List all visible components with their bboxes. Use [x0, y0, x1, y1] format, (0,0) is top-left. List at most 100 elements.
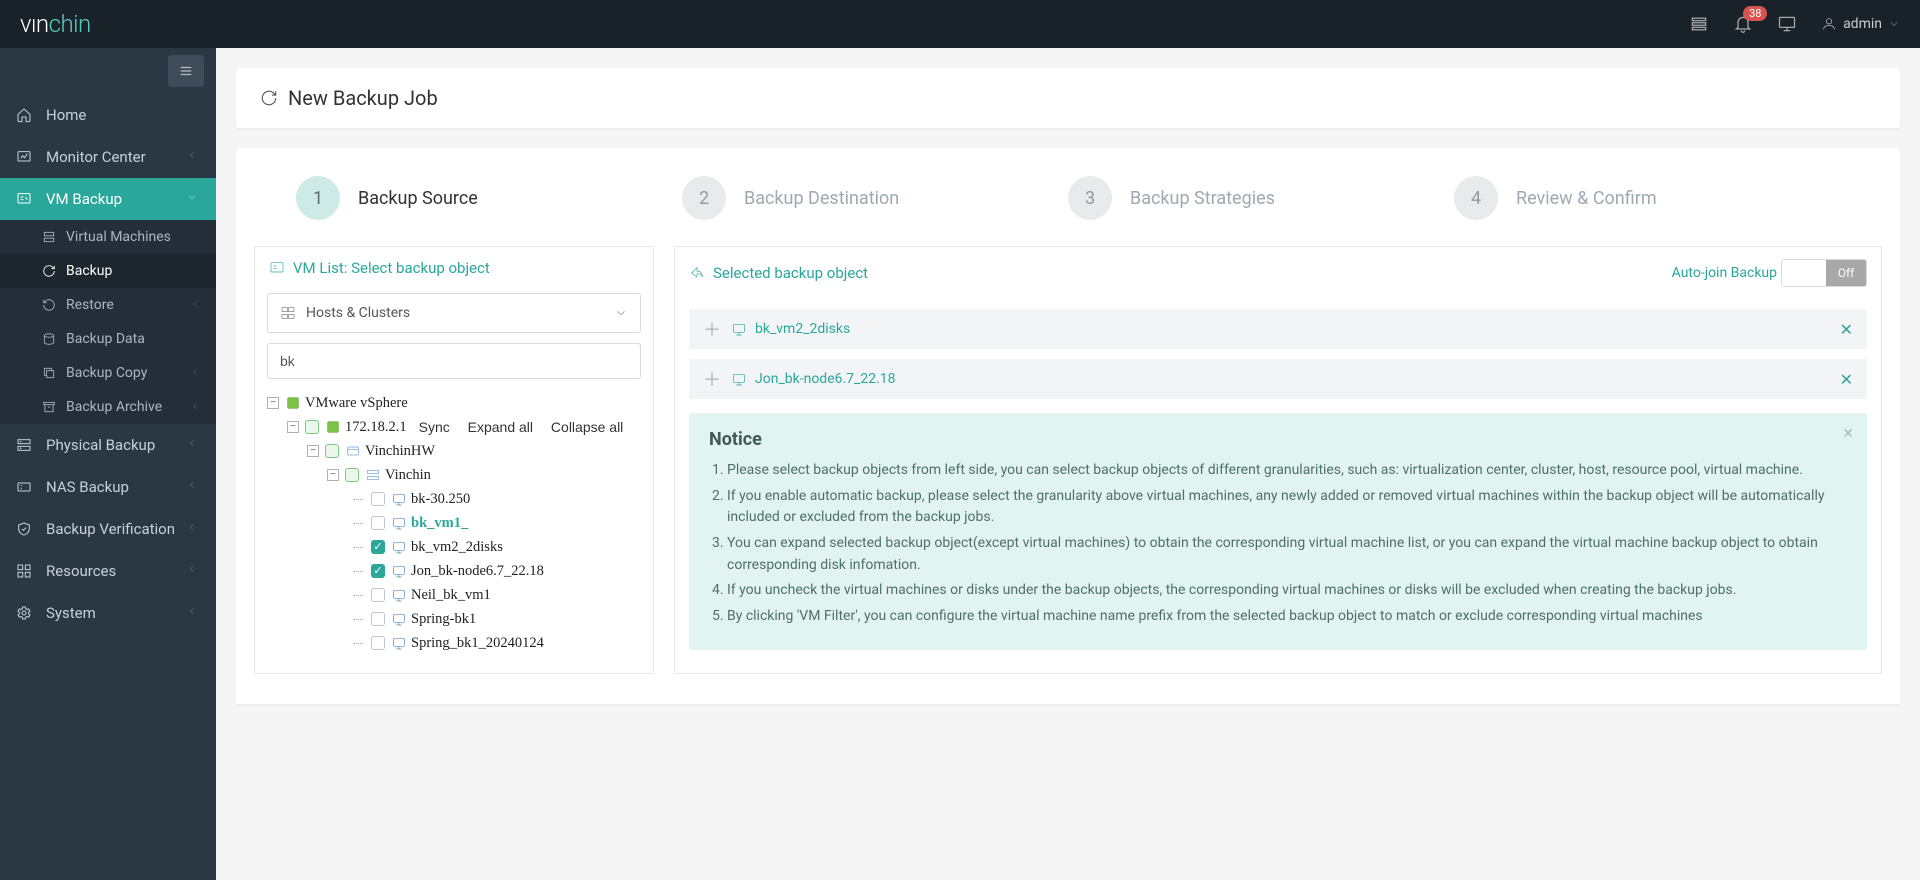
vm-icon — [391, 611, 407, 627]
wizard-steps: 1 Backup Source 2 Backup Destination 3 B… — [236, 148, 1900, 246]
tree-node-vm[interactable]: bk_vm2_2disks — [267, 535, 641, 559]
chevron-left-icon — [186, 563, 200, 579]
vm-list-icon — [269, 260, 285, 276]
nav-backup-verification[interactable]: Backup Verification — [0, 508, 216, 550]
checkbox[interactable] — [371, 612, 385, 626]
remove-icon[interactable]: ✕ — [1840, 370, 1853, 389]
nav-monitor-center[interactable]: Monitor Center — [0, 136, 216, 178]
refresh-icon — [260, 89, 278, 107]
selected-title: Selected backup object — [713, 264, 868, 282]
tree-node-root[interactable]: − VMware vSphere — [267, 391, 641, 415]
collapse-toggle[interactable]: − — [327, 469, 339, 481]
notice-item: You can expand selected backup object(ex… — [727, 533, 1847, 576]
sidebar-toggle[interactable] — [168, 55, 204, 87]
checkbox[interactable] — [325, 444, 339, 458]
chevron-left-icon — [186, 149, 200, 165]
sub-restore[interactable]: Restore — [0, 288, 216, 322]
sub-virtual-machines[interactable]: Virtual Machines — [0, 220, 216, 254]
nav-resources[interactable]: Resources — [0, 550, 216, 592]
collapse-toggle[interactable]: − — [267, 397, 279, 409]
checkbox[interactable] — [371, 516, 385, 530]
step-backup-strategies[interactable]: 3 Backup Strategies — [1068, 176, 1454, 220]
tree-node-host[interactable]: − 172.18.2.1 Sync Expand all Collapse al… — [267, 415, 641, 439]
bell-icon[interactable]: 38 — [1733, 14, 1753, 34]
sub-backup[interactable]: Backup — [0, 254, 216, 288]
tree-node-vm[interactable]: Jon_bk-node6.7_22.18 — [267, 559, 641, 583]
checkbox[interactable] — [371, 564, 385, 578]
share-icon — [689, 265, 705, 281]
chevron-left-icon — [190, 297, 200, 313]
vm-icon — [391, 587, 407, 603]
tree-node-vm[interactable]: bk-30.250 — [267, 487, 641, 511]
notice-item: By clicking 'VM Filter', you can configu… — [727, 606, 1847, 628]
sub-backup-data[interactable]: Backup Data — [0, 322, 216, 356]
vm-icon — [391, 539, 407, 555]
nav-system[interactable]: System — [0, 592, 216, 634]
nav-nas-backup[interactable]: NAS Backup — [0, 466, 216, 508]
collapse-toggle[interactable]: − — [307, 445, 319, 457]
close-icon[interactable]: × — [1843, 423, 1853, 444]
collapse-toggle[interactable]: − — [287, 421, 299, 433]
home-icon — [16, 107, 32, 123]
step-backup-destination[interactable]: 2 Backup Destination — [682, 176, 1068, 220]
vm-icon — [391, 635, 407, 651]
host-icon — [325, 419, 341, 435]
vm-tree: − VMware vSphere − 172.18.2.1 Sync — [267, 391, 641, 655]
tree-node-vm[interactable]: bk_vm1_ — [267, 511, 641, 535]
list-icon[interactable] — [1689, 14, 1709, 34]
user-menu[interactable]: admin — [1821, 16, 1900, 32]
checkbox[interactable] — [371, 492, 385, 506]
vm-icon — [391, 515, 407, 531]
sub-backup-copy[interactable]: Backup Copy — [0, 356, 216, 390]
vm-icon — [731, 321, 747, 337]
notice-item: Please select backup objects from left s… — [727, 460, 1847, 482]
tree-node-cluster[interactable]: − Vinchin — [267, 463, 641, 487]
step-review-confirm[interactable]: 4 Review & Confirm — [1454, 176, 1840, 220]
notice-item: If you uncheck the virtual machines or d… — [727, 580, 1847, 602]
chart-icon — [16, 149, 32, 165]
checkbox[interactable] — [371, 636, 385, 650]
tree-node-vm[interactable]: Spring-bk1 — [267, 607, 641, 631]
checkbox[interactable] — [371, 540, 385, 554]
chevron-left-icon — [190, 365, 200, 381]
hosts-clusters-dropdown[interactable]: Hosts & Clusters — [267, 293, 641, 333]
checkbox[interactable] — [305, 420, 319, 434]
notice-item: If you enable automatic backup, please s… — [727, 486, 1847, 529]
tree-sync-link[interactable]: Sync — [419, 419, 450, 435]
datacenter-icon — [345, 443, 361, 459]
user-name: admin — [1843, 16, 1882, 32]
hosts-icon — [280, 305, 296, 321]
notice-title: Notice — [709, 429, 1847, 450]
expand-icon[interactable]: ＋ — [703, 366, 721, 392]
checkbox[interactable] — [371, 588, 385, 602]
nav-physical-backup[interactable]: Physical Backup — [0, 424, 216, 466]
tree-node-datacenter[interactable]: − VinchinHW — [267, 439, 641, 463]
tree-expand-link[interactable]: Expand all — [468, 419, 533, 435]
copy-icon — [42, 366, 56, 380]
search-input[interactable] — [267, 343, 641, 379]
sidebar: Home Monitor Center VM Backup Virtual Ma… — [0, 48, 216, 880]
grid-icon — [16, 563, 32, 579]
sub-backup-archive[interactable]: Backup Archive — [0, 390, 216, 424]
nav-home[interactable]: Home — [0, 94, 216, 136]
brand-logo: vınchin — [20, 10, 91, 38]
checkbox[interactable] — [345, 468, 359, 482]
expand-icon[interactable]: ＋ — [703, 316, 721, 342]
page-header: New Backup Job — [236, 68, 1900, 128]
nav-vm-backup[interactable]: VM Backup — [0, 178, 216, 220]
selected-panel: Selected backup object Auto-join Backup … — [674, 246, 1882, 674]
chevron-down-icon — [614, 306, 628, 320]
servers-icon — [42, 230, 56, 244]
notification-badge: 38 — [1743, 6, 1767, 21]
monitor-icon[interactable] — [1777, 14, 1797, 34]
database-icon — [42, 332, 56, 346]
server-icon — [16, 437, 32, 453]
step-backup-source[interactable]: 1 Backup Source — [296, 176, 682, 220]
remove-icon[interactable]: ✕ — [1840, 320, 1853, 339]
autojoin-toggle[interactable]: Off — [1781, 259, 1867, 287]
tree-node-vm[interactable]: Spring_bk1_20240124 — [267, 631, 641, 655]
tree-collapse-link[interactable]: Collapse all — [551, 419, 623, 435]
selected-item: ＋ Jon_bk-node6.7_22.18 ✕ — [689, 359, 1867, 399]
tree-node-vm[interactable]: Neil_bk_vm1 — [267, 583, 641, 607]
page-title: New Backup Job — [288, 86, 438, 110]
